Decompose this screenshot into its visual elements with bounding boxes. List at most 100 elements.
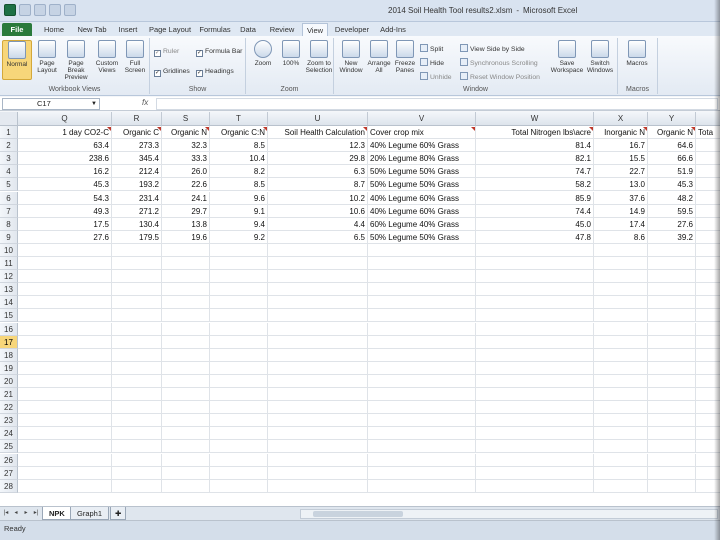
table-cell[interactable]: 238.6 bbox=[18, 152, 112, 166]
column-header-x[interactable]: X bbox=[594, 112, 648, 126]
row-header[interactable]: 18 bbox=[0, 348, 18, 362]
empty-cell[interactable] bbox=[162, 427, 210, 441]
empty-cell[interactable] bbox=[18, 427, 112, 441]
customize-qat-icon[interactable] bbox=[64, 4, 76, 16]
empty-cell[interactable] bbox=[476, 479, 594, 493]
empty-cell[interactable] bbox=[210, 374, 268, 388]
header-cell[interactable]: Organic N bbox=[648, 126, 696, 139]
empty-cell[interactable] bbox=[18, 335, 112, 349]
empty-cell[interactable] bbox=[162, 453, 210, 467]
row-header[interactable]: 6 bbox=[0, 191, 18, 205]
table-cell[interactable]: 6.3 bbox=[268, 165, 368, 179]
table-cell[interactable]: 15.5 bbox=[594, 152, 648, 166]
column-header-r[interactable]: R bbox=[112, 112, 162, 126]
empty-cell[interactable] bbox=[648, 257, 696, 270]
row-header[interactable]: 17 bbox=[0, 335, 18, 349]
empty-cell[interactable] bbox=[210, 257, 268, 270]
empty-cell[interactable] bbox=[476, 243, 594, 257]
full-screen-button[interactable]: Full Screen bbox=[120, 40, 150, 80]
page-layout-view-button[interactable]: Page Layout bbox=[32, 40, 62, 80]
table-cell[interactable]: 10.2 bbox=[268, 191, 368, 205]
empty-cell[interactable] bbox=[112, 427, 162, 441]
empty-cell[interactable] bbox=[368, 270, 476, 284]
switch-windows-button[interactable]: Switch Windows bbox=[584, 40, 616, 80]
horizontal-scrollbar[interactable] bbox=[300, 509, 718, 519]
empty-cell[interactable] bbox=[162, 361, 210, 375]
table-cell[interactable]: 9.6 bbox=[210, 191, 268, 205]
empty-cell[interactable] bbox=[18, 453, 112, 467]
empty-cell[interactable] bbox=[210, 361, 268, 375]
view-side-by-side-button[interactable]: View Side by Side bbox=[460, 44, 525, 53]
empty-cell[interactable] bbox=[648, 401, 696, 415]
save-workspace-button[interactable]: Save Workspace bbox=[550, 40, 584, 80]
table-cell[interactable]: 26.0 bbox=[162, 165, 210, 179]
empty-cell[interactable] bbox=[18, 374, 112, 388]
empty-cell[interactable] bbox=[648, 270, 696, 284]
table-cell[interactable]: 49.3 bbox=[18, 204, 112, 218]
empty-cell[interactable] bbox=[268, 309, 368, 323]
empty-cell[interactable] bbox=[112, 466, 162, 480]
empty-cell[interactable] bbox=[368, 388, 476, 401]
table-cell[interactable]: 64.6 bbox=[648, 139, 696, 153]
row-header[interactable]: 23 bbox=[0, 414, 18, 428]
save-icon[interactable] bbox=[19, 4, 31, 16]
header-cell[interactable]: Total Nitrogen lbs\acre bbox=[476, 126, 594, 139]
empty-cell[interactable] bbox=[112, 440, 162, 454]
empty-cell[interactable] bbox=[594, 388, 648, 401]
row-header[interactable]: 26 bbox=[0, 453, 18, 467]
table-cell[interactable]: 8.6 bbox=[594, 230, 648, 244]
table-cell[interactable]: 81.4 bbox=[476, 139, 594, 153]
empty-cell[interactable] bbox=[476, 257, 594, 270]
empty-cell[interactable] bbox=[594, 283, 648, 297]
table-cell[interactable]: 20% Legume 80% Grass bbox=[368, 152, 476, 166]
table-cell[interactable]: 74.4 bbox=[476, 204, 594, 218]
row-header[interactable]: 13 bbox=[0, 283, 18, 297]
formula-input[interactable] bbox=[156, 98, 718, 110]
table-cell[interactable]: 9.4 bbox=[210, 217, 268, 231]
column-header-y[interactable]: Y bbox=[648, 112, 696, 126]
macros-button[interactable]: Macros bbox=[622, 40, 652, 80]
row-header[interactable]: 14 bbox=[0, 296, 18, 310]
row-header[interactable]: 27 bbox=[0, 466, 18, 480]
row-header[interactable]: 11 bbox=[0, 257, 18, 270]
empty-cell[interactable] bbox=[210, 427, 268, 441]
table-cell[interactable]: 40% Legume 60% Grass bbox=[368, 191, 476, 205]
table-cell[interactable]: 39.2 bbox=[648, 230, 696, 244]
row-header[interactable]: 15 bbox=[0, 309, 18, 323]
row-header[interactable]: 12 bbox=[0, 270, 18, 284]
row-header[interactable]: 2 bbox=[0, 139, 18, 153]
empty-cell[interactable] bbox=[18, 361, 112, 375]
row-header[interactable]: 5 bbox=[0, 178, 18, 192]
row-header[interactable]: 24 bbox=[0, 427, 18, 441]
table-cell[interactable]: 130.4 bbox=[112, 217, 162, 231]
empty-cell[interactable] bbox=[210, 388, 268, 401]
table-cell[interactable]: 17.5 bbox=[18, 217, 112, 231]
empty-cell[interactable] bbox=[210, 401, 268, 415]
empty-cell[interactable] bbox=[648, 440, 696, 454]
empty-cell[interactable] bbox=[268, 427, 368, 441]
table-cell[interactable]: 33.3 bbox=[162, 152, 210, 166]
table-cell[interactable]: 40% Legume 60% Grass bbox=[368, 204, 476, 218]
empty-cell[interactable] bbox=[594, 243, 648, 257]
empty-cell[interactable] bbox=[162, 466, 210, 480]
empty-cell[interactable] bbox=[18, 348, 112, 362]
scrollbar-thumb[interactable] bbox=[313, 511, 403, 517]
empty-cell[interactable] bbox=[210, 466, 268, 480]
tab-add-ins[interactable]: Add-Ins bbox=[376, 23, 410, 36]
table-cell[interactable]: 48.2 bbox=[648, 191, 696, 205]
row-header[interactable]: 21 bbox=[0, 388, 18, 401]
tab-home[interactable]: Home bbox=[40, 23, 68, 36]
empty-cell[interactable] bbox=[162, 243, 210, 257]
reset-window-position-button[interactable]: Reset Window Position bbox=[460, 72, 540, 81]
empty-cell[interactable] bbox=[112, 322, 162, 336]
tab-developer[interactable]: Developer bbox=[332, 23, 372, 36]
table-cell[interactable]: 27.6 bbox=[18, 230, 112, 244]
empty-cell[interactable] bbox=[368, 479, 476, 493]
empty-cell[interactable] bbox=[112, 257, 162, 270]
table-cell[interactable]: 50% Legume 50% Grass bbox=[368, 230, 476, 244]
empty-cell[interactable] bbox=[162, 335, 210, 349]
empty-cell[interactable] bbox=[594, 453, 648, 467]
table-cell[interactable]: 4.4 bbox=[268, 217, 368, 231]
empty-cell[interactable] bbox=[594, 401, 648, 415]
redo-icon[interactable] bbox=[49, 4, 61, 16]
